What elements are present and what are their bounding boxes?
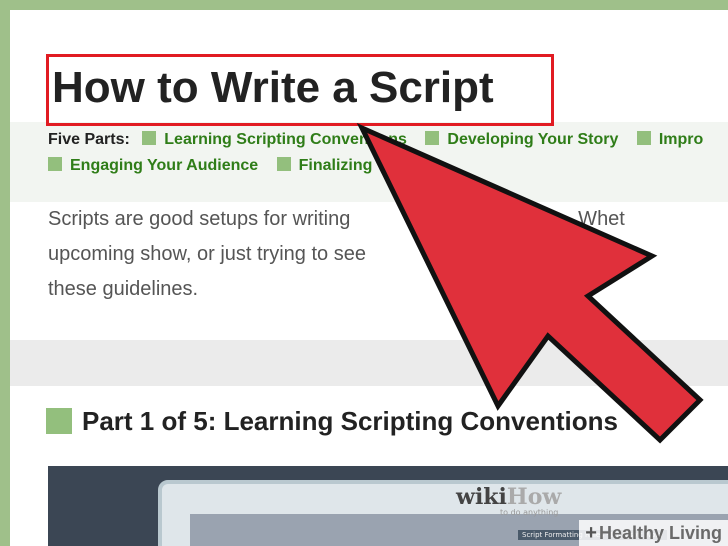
parts-nav-line-2: Engaging Your Audience Finalizing [48,156,386,176]
intro-line: Scripts are good setups for writing . Wh… [48,208,625,230]
wikihow-tagline: to do anything [500,508,559,517]
intro-line: upcoming show, or just trying to see be … [48,243,619,265]
intro-paragraph: Scripts are good setups for writing . Wh… [48,202,728,307]
parts-nav: Five Parts: Learning Scripting Conventio… [48,130,717,150]
part-link-improving[interactable]: Impro [636,130,703,150]
page-title: How to Write a Script [52,63,494,112]
part-bullet-icon [142,131,157,145]
part-link-learning[interactable]: Learning Scripting Conventions [142,130,407,150]
parts-lead: Five Parts: [48,131,130,148]
section-divider [10,340,728,386]
section-heading-text: Part 1 of 5: Learning Scripting Conventi… [82,406,618,436]
section-heading: Part 1 of 5: Learning Scripting Conventi… [46,404,618,438]
part-bullet-icon [636,131,651,145]
part-link-developing[interactable]: Developing Your Story [425,130,618,150]
intro-line: these guidelines. [48,278,199,300]
part-link-finalizing[interactable]: Finalizing [276,156,372,176]
healthy-living-plus-icon: + [585,522,597,544]
part-bullet-icon [48,157,62,171]
section-bullet-icon [46,408,72,434]
part-bullet-icon [276,157,291,171]
healthy-living-watermark: + Healthy Living [579,520,728,546]
part-bullet-icon [425,131,440,145]
part-link-engaging[interactable]: Engaging Your Audience [48,156,258,176]
wikihow-logo: wikiHow [456,484,562,510]
article-page: How to Write a Script Five Parts: Learni… [10,10,728,546]
